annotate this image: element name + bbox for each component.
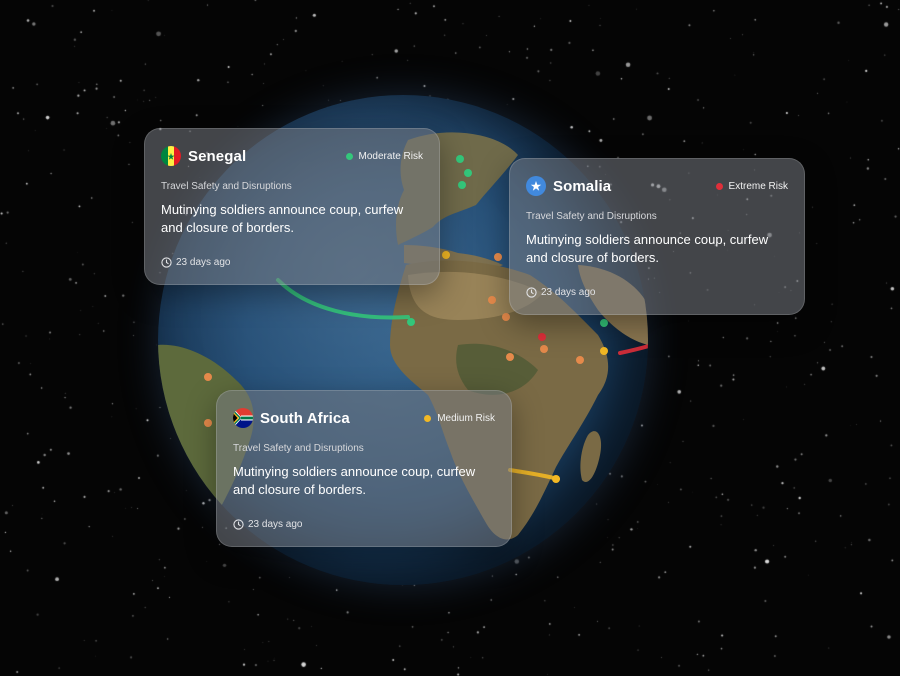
somalia-flag-icon: [526, 176, 546, 196]
risk-label: Medium Risk: [437, 412, 495, 424]
time-ago: 23 days ago: [248, 519, 303, 530]
risk-indicator-dot: [715, 182, 723, 190]
alert-card-south-africa[interactable]: South Africa Medium Risk Travel Safety a…: [216, 390, 512, 547]
risk-indicator-dot: [345, 152, 353, 160]
risk-label: Extreme Risk: [728, 180, 788, 192]
alert-headline: Mutinying soldiers announce coup, curfew…: [161, 202, 404, 235]
alert-timestamp: 23 days ago: [526, 287, 596, 298]
alert-category: Travel Safety and Disruptions: [233, 443, 364, 454]
risk-badge: Extreme Risk: [715, 180, 788, 192]
clock-icon: [526, 287, 537, 298]
clock-icon: [233, 519, 244, 530]
alert-headline: Mutinying soldiers announce coup, curfew…: [526, 232, 769, 265]
time-ago: 23 days ago: [176, 257, 231, 268]
alert-card-somalia[interactable]: Somalia Extreme Risk Travel Safety and D…: [509, 158, 805, 315]
clock-icon: [161, 257, 172, 268]
risk-indicator-dot: [424, 414, 432, 422]
risk-label: Moderate Risk: [358, 150, 423, 162]
madagascar: [580, 431, 602, 483]
senegal-route: [276, 278, 410, 320]
risk-badge: Medium Risk: [424, 413, 495, 424]
alert-timestamp: 23 days ago: [233, 519, 303, 530]
senegal-flag-icon: [161, 146, 181, 166]
country-name: Somalia: [553, 177, 612, 195]
time-ago: 23 days ago: [541, 287, 596, 298]
country-name: South Africa: [260, 409, 350, 427]
alert-headline: Mutinying soldiers announce coup, curfew…: [233, 464, 476, 497]
alert-card-senegal[interactable]: Senegal Moderate Risk Travel Safety and …: [144, 128, 440, 285]
south-africa-flag-icon: [233, 408, 253, 428]
alert-category: Travel Safety and Disruptions: [161, 181, 292, 192]
risk-badge: Moderate Risk: [345, 150, 423, 162]
country-name: Senegal: [188, 147, 247, 165]
alert-timestamp: 23 days ago: [161, 257, 231, 268]
alert-category: Travel Safety and Disruptions: [526, 211, 657, 222]
